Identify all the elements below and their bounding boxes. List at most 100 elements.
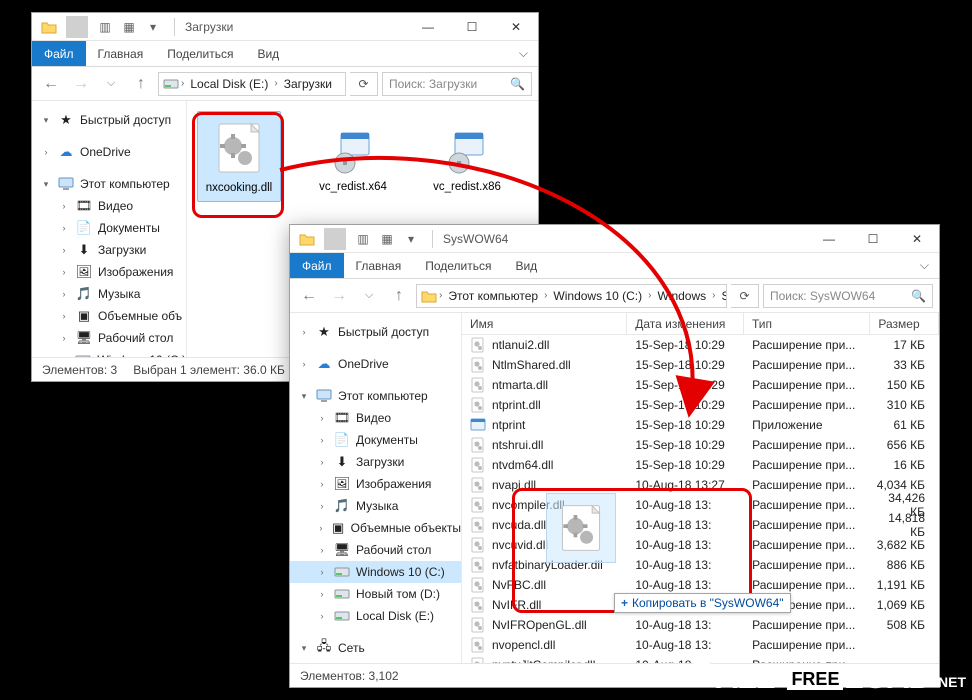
recent-button[interactable]: ⌵ <box>356 283 382 309</box>
ribbon: Файл Главная Поделиться Вид ⌵ <box>32 41 538 67</box>
sidebar-music[interactable]: ›🎵Музыка <box>32 283 186 305</box>
maximize-button[interactable]: ☐ <box>851 225 895 253</box>
sidebar-desktop[interactable]: ›🖥Рабочий стол <box>32 327 186 349</box>
col-date[interactable]: Дата изменения <box>627 313 744 334</box>
ribbon-tab-share[interactable]: Поделиться <box>155 41 245 66</box>
table-row[interactable]: ntprint.dll15-Sep-18 10:29Расширение при… <box>462 395 939 415</box>
sidebar-music[interactable]: ›🎵Музыка <box>290 495 461 517</box>
crumb-drive[interactable]: Local Disk (E:) <box>186 77 272 91</box>
ribbon-tab-view[interactable]: Вид <box>245 41 291 66</box>
ribbon-expand-icon[interactable]: ⌵ <box>920 258 939 273</box>
plus-icon: + <box>621 596 628 610</box>
ribbon-tab-home[interactable]: Главная <box>344 253 414 278</box>
table-row[interactable]: ntmarta.dll15-Sep-18 10:29Расширение при… <box>462 375 939 395</box>
breadcrumb[interactable]: › Этот компьютер› Windows 10 (C:)› Windo… <box>416 284 727 308</box>
col-name[interactable]: Имя <box>462 313 627 334</box>
sidebar-desktop[interactable]: ›🖥Рабочий стол <box>290 539 461 561</box>
minimize-button[interactable]: — <box>807 225 851 253</box>
search-input[interactable]: Поиск: SysWOW64 🔍 <box>763 284 933 308</box>
search-icon: 🔍 <box>911 289 926 303</box>
sidebar-images[interactable]: ›🖼Изображения <box>32 261 186 283</box>
table-row[interactable]: ntvdm64.dll15-Sep-18 10:29Расширение при… <box>462 455 939 475</box>
file-type: Расширение при... <box>744 498 870 512</box>
qat-caret-icon[interactable]: ▾ <box>400 228 422 250</box>
column-header[interactable]: Имя Дата изменения Тип Размер <box>462 313 939 335</box>
col-size[interactable]: Размер <box>870 313 939 334</box>
col-type[interactable]: Тип <box>744 313 870 334</box>
file-type: Расширение при... <box>744 338 870 352</box>
sidebar-onedrive[interactable]: ›☁OneDrive <box>290 353 461 375</box>
table-row[interactable]: NtlmShared.dll15-Sep-18 10:29Расширение … <box>462 355 939 375</box>
table-row[interactable]: ntlanui2.dll15-Sep-18 10:29Расширение пр… <box>462 335 939 355</box>
table-row[interactable]: nvcuda.dll10-Aug-18 13:Расширение при...… <box>462 515 939 535</box>
file-date: 10-Aug-18 13:27 <box>627 478 744 492</box>
file-vcredist64[interactable]: vc_redist.x64 <box>311 111 395 200</box>
sidebar-onedrive[interactable]: ›☁OneDrive <box>32 141 186 163</box>
sidebar-cdrive[interactable]: ›Windows 10 (C:) <box>32 349 186 357</box>
sidebar-quick-access[interactable]: ›★Быстрый доступ <box>290 321 461 343</box>
crumb-pc[interactable]: Этот компьютер <box>444 289 542 303</box>
ribbon-tab-view[interactable]: Вид <box>503 253 549 278</box>
table-row[interactable]: nvcompiler.dll10-Aug-18 13:Расширение пр… <box>462 495 939 515</box>
breadcrumb[interactable]: › Local Disk (E:) › Загрузки <box>158 72 346 96</box>
recent-button[interactable]: ⌵ <box>98 71 124 97</box>
sidebar-documents[interactable]: ›📄Документы <box>32 217 186 239</box>
qat-properties-icon[interactable]: ▥ <box>94 16 116 38</box>
close-button[interactable]: ✕ <box>494 13 538 41</box>
sidebar-video[interactable]: ›🎞Видео <box>290 407 461 429</box>
sidebar-3d[interactable]: ›▣Объемные объекты <box>290 517 461 539</box>
file-vcredist86[interactable]: vc_redist.x86 <box>425 111 509 200</box>
qat-caret-icon[interactable]: ▾ <box>142 16 164 38</box>
forward-button[interactable]: → <box>68 71 94 97</box>
ribbon-expand-icon[interactable]: ⌵ <box>519 46 538 61</box>
ribbon-tab-home[interactable]: Главная <box>86 41 156 66</box>
refresh-button[interactable]: ⟳ <box>731 284 759 308</box>
crumb-syswow[interactable]: SysWOW64 <box>717 289 727 303</box>
close-button[interactable]: ✕ <box>895 225 939 253</box>
sidebar-quick-access[interactable]: ▾★Быстрый доступ <box>32 109 186 131</box>
sidebar-video[interactable]: ›🎞Видео <box>32 195 186 217</box>
ribbon-file-tab[interactable]: Файл <box>290 253 344 278</box>
file-date: 10-Aug-18 13: <box>627 538 744 552</box>
search-input[interactable]: Поиск: Загрузки 🔍 <box>382 72 532 96</box>
back-button[interactable]: ← <box>296 283 322 309</box>
sidebar-documents[interactable]: ›📄Документы <box>290 429 461 451</box>
crumb-drive[interactable]: Windows 10 (C:) <box>549 289 646 303</box>
sidebar-3d[interactable]: ›▣Объемные объ <box>32 305 186 327</box>
up-button[interactable]: ↑ <box>386 283 412 309</box>
refresh-button[interactable]: ⟳ <box>350 72 378 96</box>
back-button[interactable]: ← <box>38 71 64 97</box>
file-size: 3,682 КБ <box>871 538 939 552</box>
ribbon-tab-share[interactable]: Поделиться <box>413 253 503 278</box>
sidebar-downloads[interactable]: ›⬇Загрузки <box>290 451 461 473</box>
sidebar-images[interactable]: ›🖼Изображения <box>290 473 461 495</box>
table-row[interactable]: nvapi.dll10-Aug-18 13:27Расширение при..… <box>462 475 939 495</box>
table-row[interactable]: nvfatbinaryLoader.dll10-Aug-18 13:Расшир… <box>462 555 939 575</box>
table-row[interactable]: NvIFROpenGL.dll10-Aug-18 13:Расширение п… <box>462 615 939 635</box>
crumb-folder[interactable]: Загрузки <box>280 77 336 91</box>
sidebar-network[interactable]: ▾🖧Сеть <box>290 637 461 659</box>
crumb-windows[interactable]: Windows <box>653 289 710 303</box>
ribbon-file-tab[interactable]: Файл <box>32 41 86 66</box>
sidebar-thispc[interactable]: ▾Этот компьютер <box>32 173 186 195</box>
sidebar-ddrive[interactable]: ›Новый том (D:) <box>290 583 461 605</box>
sidebar-thispc[interactable]: ▾Этот компьютер <box>290 385 461 407</box>
sidebar-downloads[interactable]: ›⬇Загрузки <box>32 239 186 261</box>
minimize-button[interactable]: — <box>406 13 450 41</box>
forward-button[interactable]: → <box>326 283 352 309</box>
qat-newfolder-icon[interactable]: ▦ <box>118 16 140 38</box>
file-icon <box>470 517 486 533</box>
maximize-button[interactable]: ☐ <box>450 13 494 41</box>
file-type: Расширение при... <box>744 398 870 412</box>
table-row[interactable]: nvcuvid.dll10-Aug-18 13:Расширение при..… <box>462 535 939 555</box>
qat-newfolder-icon[interactable]: ▦ <box>376 228 398 250</box>
sidebar-cdrive[interactable]: ›Windows 10 (C:) <box>290 561 461 583</box>
sidebar-edrive[interactable]: ›Local Disk (E:) <box>290 605 461 627</box>
table-row[interactable]: ntprint15-Sep-18 10:29Приложение61 КБ <box>462 415 939 435</box>
qat-properties-icon[interactable]: ▥ <box>352 228 374 250</box>
file-nxcooking[interactable]: nxcooking.dll <box>197 111 281 202</box>
content-area[interactable]: Имя Дата изменения Тип Размер ntlanui2.d… <box>462 313 939 663</box>
table-row[interactable]: NvFBC.dll10-Aug-18 13:Расширение при...1… <box>462 575 939 595</box>
up-button[interactable]: ↑ <box>128 71 154 97</box>
table-row[interactable]: ntshrui.dll15-Sep-18 10:29Расширение при… <box>462 435 939 455</box>
